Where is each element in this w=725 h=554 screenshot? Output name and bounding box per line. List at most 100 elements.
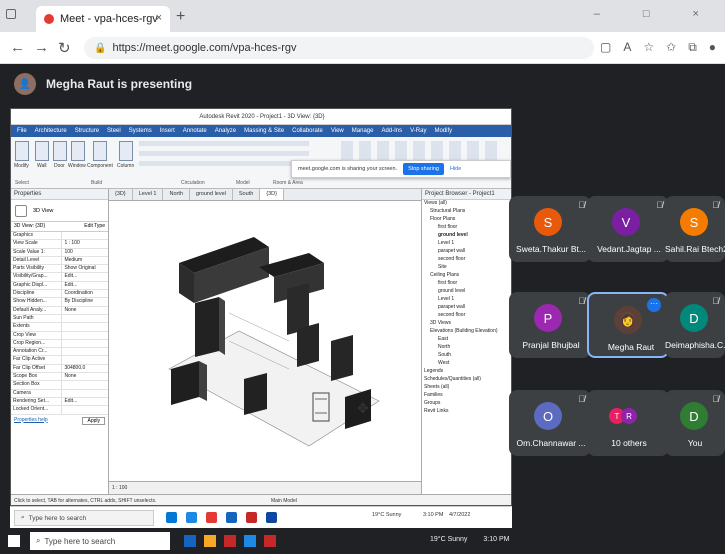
window-tool-icon[interactable] (71, 141, 85, 161)
participant-tile[interactable]: 🎙̸ P Pranjal Bhujbal (509, 292, 591, 358)
browser-item[interactable]: Structural Plans (422, 208, 511, 216)
ribbon-small-tools[interactable] (139, 141, 309, 171)
door-tool-icon[interactable] (53, 141, 67, 161)
property-row[interactable]: Scale Value 1: 100 (11, 248, 108, 257)
browser-item[interactable]: Groups (422, 400, 511, 408)
taskbar-search[interactable]: ⌕ Type here to search (14, 510, 154, 526)
participant-tile-presenter[interactable]: ⋯ 👩 Megha Raut (587, 292, 669, 358)
browser-item[interactable]: Revit Links (422, 408, 511, 416)
browser-item[interactable]: South (422, 352, 511, 360)
menu-item[interactable]: V-Ray (410, 128, 426, 134)
property-row[interactable]: Graphics (11, 232, 108, 241)
browser-item[interactable]: 3D Views (422, 320, 511, 328)
modify-tool-icon[interactable] (15, 141, 29, 161)
browser-item[interactable]: West (422, 360, 511, 368)
property-row[interactable]: Parts Visibility Show Original (11, 265, 108, 274)
app-icon[interactable] (206, 512, 217, 523)
autocad-icon[interactable] (246, 512, 257, 523)
component-tool-icon[interactable] (93, 141, 107, 161)
hide-button[interactable]: Hide (450, 166, 461, 172)
menu-item[interactable]: Add-Ins (381, 128, 402, 134)
menu-item[interactable]: Architecture (35, 128, 67, 134)
property-row[interactable]: Crop Region... (11, 339, 108, 349)
browser-item[interactable]: Legends (422, 368, 511, 376)
browser-item[interactable]: Families (422, 392, 511, 400)
clock-date[interactable]: 4/7/2022 (449, 512, 470, 518)
browser-item[interactable]: Elevations (Building Elevation) (422, 328, 511, 336)
property-row[interactable]: Sun Path (11, 314, 108, 324)
view-tab[interactable]: Level 1 (133, 189, 164, 200)
edit-type-button[interactable]: Edit Type (84, 223, 105, 230)
browser-item[interactable]: parapet wall (422, 304, 511, 312)
property-row[interactable]: Rendering Set... Edit... (11, 397, 108, 407)
menu-item[interactable]: Collaborate (292, 128, 323, 134)
edge-icon[interactable] (186, 512, 197, 523)
property-row[interactable]: Default Analy... None (11, 306, 108, 315)
menu-item[interactable]: Analyze (215, 128, 236, 134)
browser-item[interactable]: parapet wall (422, 248, 511, 256)
reload-icon[interactable]: ↻ (58, 39, 71, 57)
browser-item[interactable]: Level 1 (422, 296, 511, 304)
back-icon[interactable]: ← (10, 39, 25, 56)
view-tab[interactable]: {3D} (109, 189, 133, 200)
task-view-icon[interactable] (166, 512, 177, 523)
clock-time[interactable]: 3:10 PM (483, 536, 509, 543)
clock-time[interactable]: 3:10 PM (423, 512, 443, 518)
property-row[interactable]: Camera (11, 389, 108, 398)
menu-item[interactable]: Massing & Site (244, 128, 284, 134)
browser-item[interactable]: Floor Plans (422, 216, 511, 224)
menu-item[interactable]: Steel (107, 128, 121, 134)
browser-item[interactable]: Level 1 (422, 240, 511, 248)
browser-item[interactable]: Ceiling Plans (422, 272, 511, 280)
menu-item[interactable]: Systems (129, 128, 152, 134)
properties-combo[interactable]: 3D View: {3D} Edit Type (11, 222, 108, 232)
browser-item[interactable]: Site (422, 264, 511, 272)
participant-tile[interactable]: 🎙̸ S Sahil.Rai Btech2... (665, 196, 725, 262)
favorite-icon[interactable]: ☆ (643, 40, 654, 55)
browser-item[interactable]: ground level (422, 288, 511, 296)
stop-sharing-button[interactable]: Stop sharing (403, 163, 444, 175)
windows-start-icon[interactable] (8, 535, 20, 547)
browser-item[interactable]: second floor (422, 312, 511, 320)
view-tab[interactable]: South (233, 189, 261, 200)
wall-tool-icon[interactable] (35, 141, 49, 161)
view-tab[interactable]: ground level (190, 189, 233, 200)
status-model[interactable]: Main Model (271, 498, 297, 504)
menu-item[interactable]: Annotate (183, 128, 207, 134)
property-row[interactable]: View Scale 1 : 100 (11, 240, 108, 249)
favorites-icon[interactable]: ✩ (666, 40, 676, 55)
property-row[interactable]: Annotation Cr... (11, 348, 108, 357)
app-icon[interactable] (224, 535, 236, 547)
explorer-icon[interactable] (204, 535, 216, 547)
menu-item[interactable]: View (331, 128, 344, 134)
menu-item[interactable]: Manage (352, 128, 374, 134)
others-tile[interactable]: T R 10 others (587, 390, 669, 456)
menu-item[interactable]: File (17, 128, 27, 134)
column-tool-icon[interactable] (119, 141, 133, 161)
self-tile[interactable]: 🎙̸ D You (665, 390, 725, 456)
new-tab-button[interactable]: + (176, 8, 185, 26)
browser-item[interactable]: second floor (422, 256, 511, 264)
participant-tile[interactable]: 🎙̸ D Deimaphisha.C... (665, 292, 725, 358)
property-row[interactable]: Far Clip Active (11, 356, 108, 365)
view-scale-label[interactable]: 1 : 100 (112, 485, 127, 491)
property-row[interactable]: Locked Orient... (11, 406, 108, 415)
3d-viewport[interactable]: ✥ (109, 201, 421, 481)
task-view-icon[interactable] (184, 535, 196, 547)
weather-text[interactable]: 19°C Sunny (430, 536, 467, 543)
property-row[interactable]: Crop View (11, 331, 108, 340)
tab-actions-icon[interactable] (6, 9, 16, 19)
browser-item[interactable]: Sheets (all) (422, 384, 511, 392)
browser-item[interactable]: North (422, 344, 511, 352)
edge-icon[interactable] (244, 535, 256, 547)
browser-item[interactable]: first floor (422, 280, 511, 288)
type-selector[interactable]: 3D View (11, 200, 108, 222)
menu-item[interactable]: Structure (75, 128, 99, 134)
participant-tile[interactable]: 🎙̸ O Om.Channawar ... (509, 390, 591, 456)
property-row[interactable]: Section Box (11, 381, 108, 390)
more-options-icon[interactable]: ⋯ (647, 298, 661, 312)
autocad-icon[interactable] (264, 535, 276, 547)
read-aloud-icon[interactable]: A (623, 40, 631, 55)
tab-close-icon[interactable]: × (156, 12, 162, 24)
apply-button[interactable]: Apply (82, 416, 105, 425)
